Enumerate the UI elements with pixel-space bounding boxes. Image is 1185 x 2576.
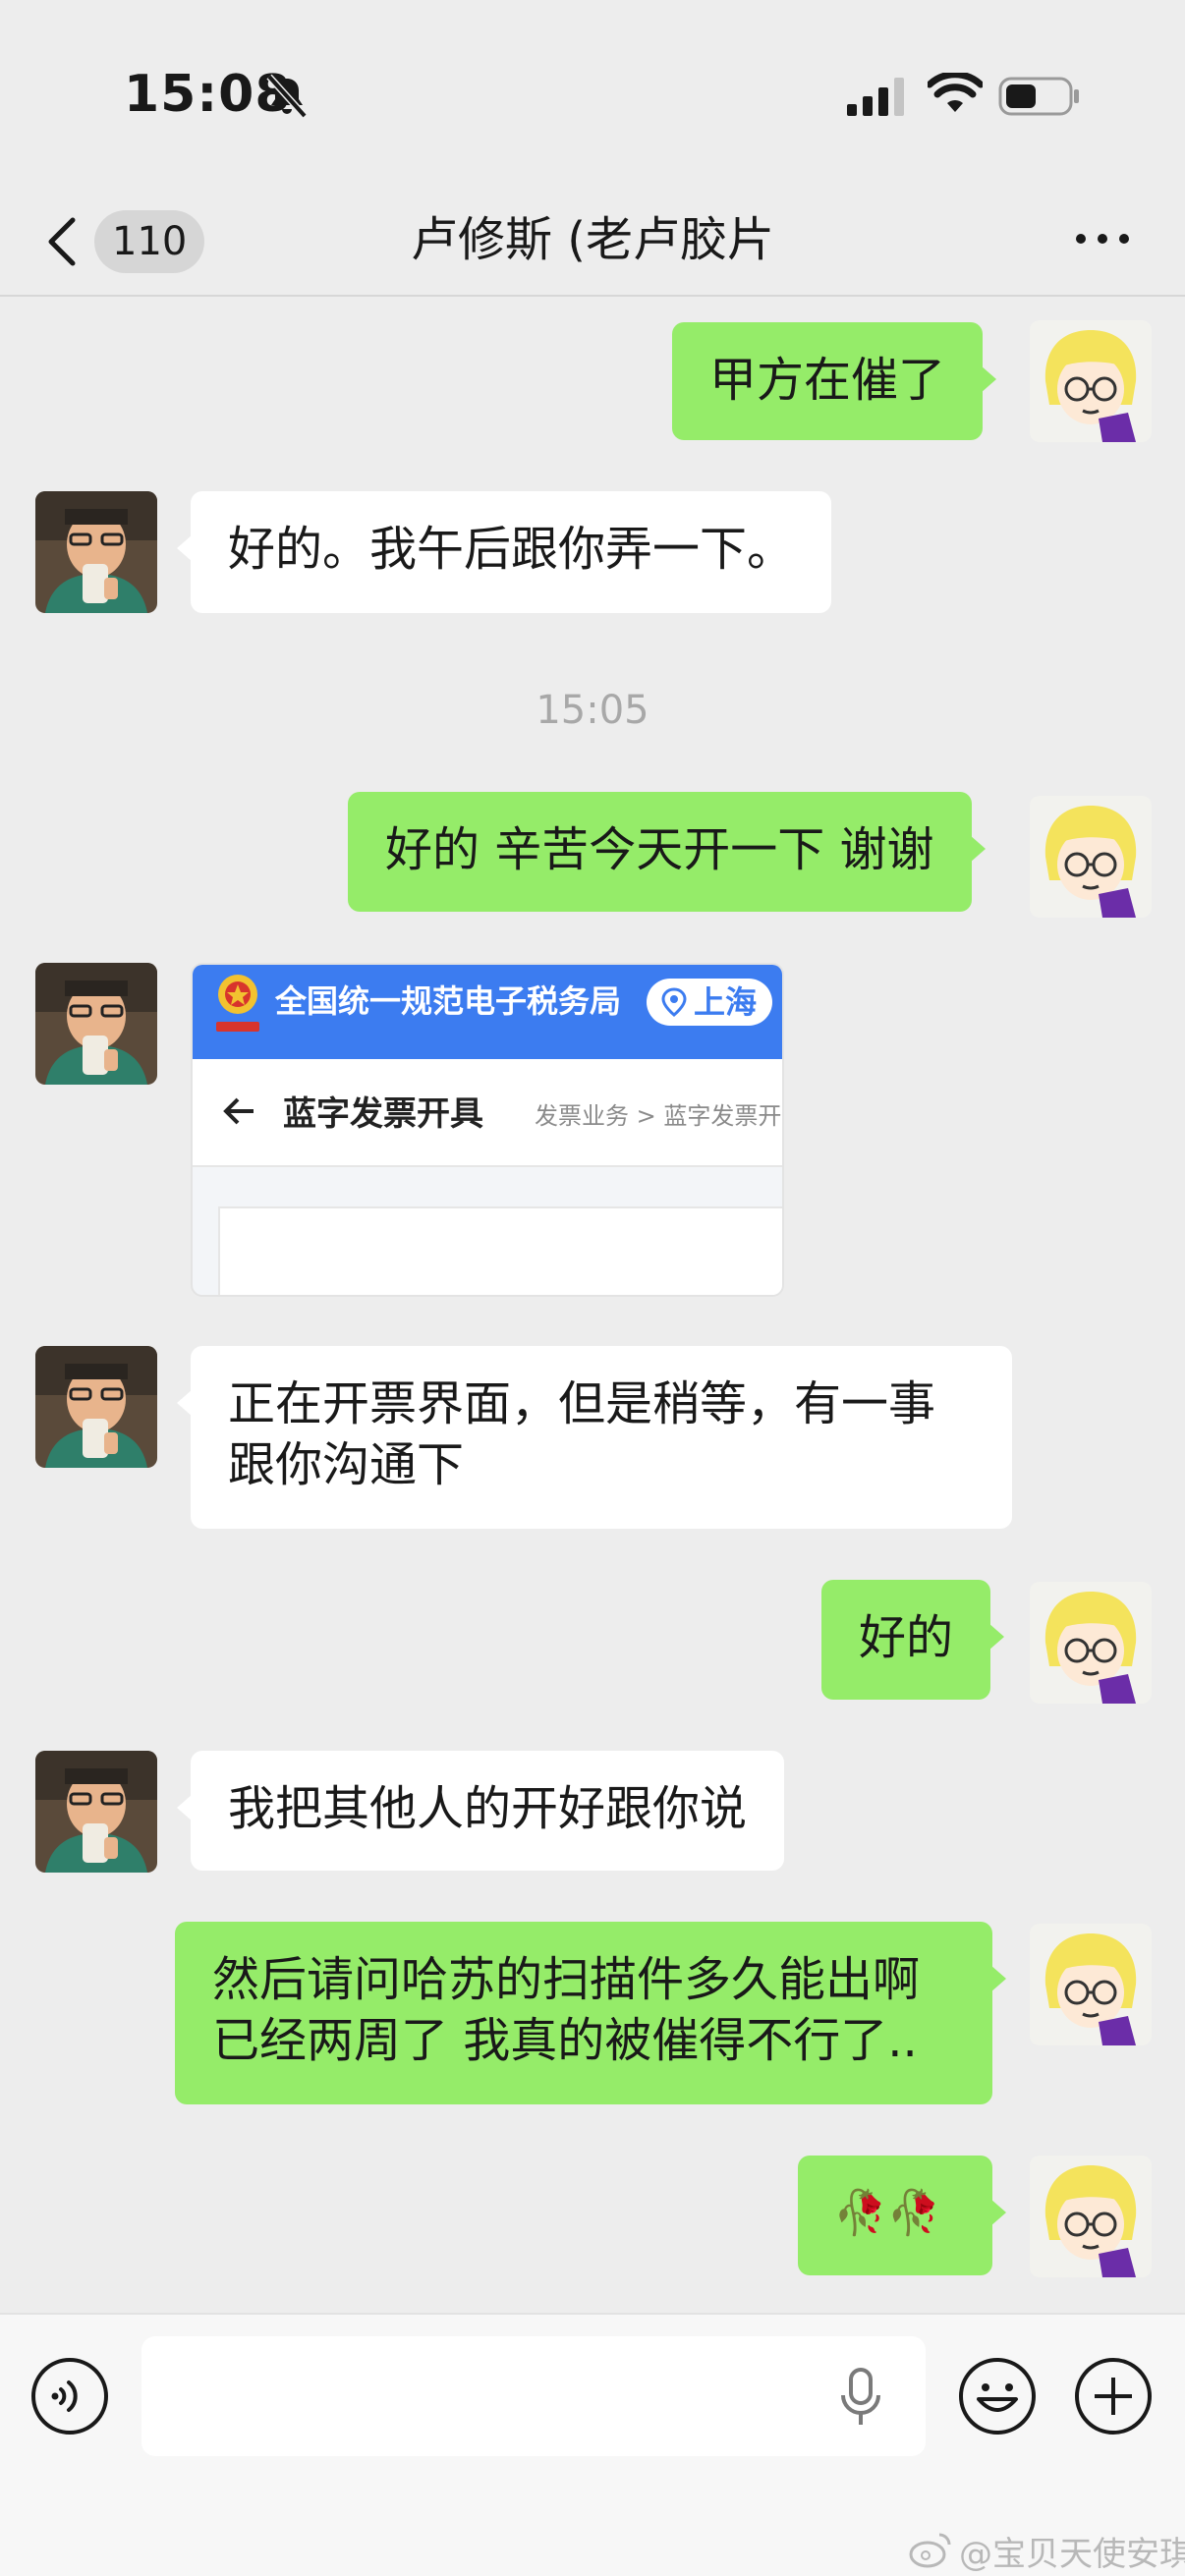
contact-avatar[interactable]	[35, 963, 157, 1085]
message-bubble-outgoing[interactable]: 好的 辛苦今天开一下 谢谢	[348, 792, 986, 912]
chat-title: 卢修斯 (老卢胶片	[411, 212, 774, 267]
message-bubble-incoming[interactable]: 好的。我午后跟你弄一下。	[176, 491, 832, 613]
status-bar: 15:08	[0, 0, 1185, 187]
tax-emblem-icon	[216, 975, 259, 1032]
tax-bureau-header: 全国统一规范电子税务局 上海	[193, 965, 782, 1059]
cartoon-avatar-icon	[1030, 1924, 1152, 2045]
message-bubble-incoming[interactable]: 我把其他人的开好跟你说	[176, 1751, 785, 1871]
invoice-page-title: 蓝字发票开具	[283, 1094, 483, 1134]
contact-photo-icon	[35, 963, 157, 1085]
plus-icon[interactable]	[1073, 2356, 1154, 2436]
watermark: @宝贝天使安琪	[959, 2535, 1185, 2574]
cartoon-avatar-icon	[1030, 320, 1152, 442]
header-divider	[0, 295, 1185, 297]
contact-photo-icon	[35, 1751, 157, 1873]
signal-icon	[847, 78, 904, 116]
form-card	[218, 1206, 782, 1295]
battery-icon	[998, 77, 1079, 116]
tax-bureau-title: 全国统一规范电子税务局	[275, 982, 622, 1020]
contact-photo-icon	[35, 491, 157, 613]
voice-icon[interactable]	[29, 2356, 110, 2436]
message-input[interactable]	[141, 2336, 926, 2456]
invoice-title-bar: 蓝字发票开具 发票业务 > 蓝字发票开	[193, 1059, 782, 1167]
mic-icon[interactable]	[835, 2366, 886, 2429]
message-bubble-outgoing[interactable]: 🥀🥀	[798, 2156, 1006, 2275]
cartoon-avatar-icon	[1030, 2156, 1152, 2277]
my-avatar[interactable]	[1030, 2156, 1152, 2277]
image-message[interactable]: 全国统一规范电子税务局 上海 蓝字发票开具 发票业务 > 蓝字发票开	[191, 963, 784, 1297]
my-avatar[interactable]	[1030, 320, 1152, 442]
unread-count-badge: 110	[94, 210, 205, 273]
message-bubble-outgoing[interactable]: 然后请问哈苏的扫描件多久能出啊 已经两周了 我真的被催得不行了..	[175, 1922, 1006, 2104]
message-timestamp: 15:05	[536, 688, 649, 733]
wifi-icon	[928, 73, 983, 112]
location-pin-icon	[661, 987, 687, 1017]
back-button[interactable]: 110	[43, 202, 205, 281]
my-avatar[interactable]	[1030, 1582, 1152, 1704]
message-bubble-outgoing[interactable]: 好的	[821, 1580, 1005, 1700]
arrow-left-icon	[223, 1097, 254, 1125]
cartoon-avatar-icon	[1030, 1582, 1152, 1704]
cartoon-avatar-icon	[1030, 796, 1152, 918]
more-icon[interactable]	[1073, 224, 1132, 253]
contact-avatar[interactable]	[35, 1751, 157, 1873]
chat-screen: 15:08 110 卢修斯 (老卢胶片 甲方在催了 好的。我午后跟你弄一下。 1…	[0, 0, 1185, 2576]
contact-avatar[interactable]	[35, 491, 157, 613]
region-label: 上海	[694, 983, 758, 1021]
region-pill: 上海	[647, 979, 773, 1026]
message-bubble-incoming[interactable]: 正在开票界面，但是稍等，有一事 跟你沟通下	[177, 1346, 1012, 1529]
chevron-left-icon	[48, 217, 76, 266]
contact-photo-icon	[35, 1346, 157, 1468]
emoji-icon[interactable]	[957, 2356, 1038, 2436]
contact-avatar[interactable]	[35, 1346, 157, 1468]
my-avatar[interactable]	[1030, 796, 1152, 918]
mute-bell-icon	[266, 74, 308, 119]
chat-header: 110 卢修斯 (老卢胶片	[0, 187, 1185, 297]
my-avatar[interactable]	[1030, 1924, 1152, 2045]
message-bubble-outgoing[interactable]: 甲方在催了	[672, 322, 997, 440]
invoice-breadcrumb: 发票业务 > 蓝字发票开	[535, 1102, 782, 1130]
weibo-icon	[909, 2533, 951, 2568]
